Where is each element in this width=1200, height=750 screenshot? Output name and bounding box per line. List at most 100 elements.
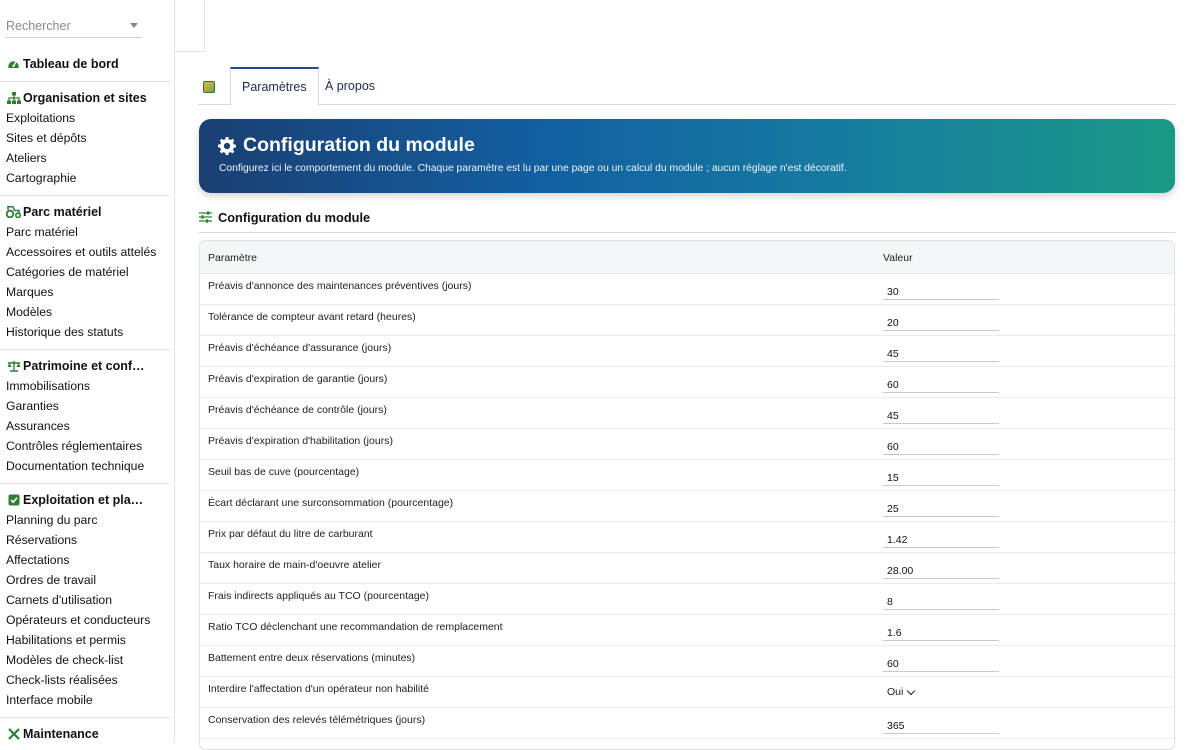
sidebar-item-assurances[interactable]: Assurances bbox=[0, 416, 170, 436]
setting-label: Battement entre deux réservations (minut… bbox=[208, 652, 416, 664]
table-row: Écart déclarant une surconsommation (pou… bbox=[200, 491, 1174, 522]
tractor-icon bbox=[6, 205, 21, 219]
sidebar-section-parc[interactable]: Parc matériel bbox=[0, 202, 174, 222]
setting-label: Frais indirects appliqués au TCO (pource… bbox=[208, 590, 429, 602]
table-row: Préavis d'expiration de garantie (jours) bbox=[200, 367, 1174, 398]
table-row: Préavis d'échéance d'assurance (jours) bbox=[200, 336, 1174, 367]
setting-label: Ratio TCO déclenchant une recommandation… bbox=[208, 621, 503, 633]
sidebar-item-carnets[interactable]: Carnets d'utilisation bbox=[0, 590, 170, 610]
setting-label: Seuil bas de cuve (pourcentage) bbox=[208, 466, 360, 478]
sidebar-item-checklists[interactable]: Check-lists réalisées bbox=[0, 670, 170, 690]
section-title: Configuration du module bbox=[218, 210, 371, 225]
sidebar-section-maintenance[interactable]: Maintenance bbox=[0, 724, 174, 743]
setting-label: Taux horaire de main-d'oeuvre atelier bbox=[208, 559, 382, 571]
sidebar-section-label: Organisation et sites bbox=[23, 91, 147, 105]
sidebar-item-sites[interactable]: Sites et dépôts bbox=[0, 128, 170, 148]
table-row: Conservation des relevés télémétriques (… bbox=[200, 708, 1174, 739]
setting-input[interactable] bbox=[883, 714, 999, 734]
table-row: Ratio TCO déclenchant une recommandation… bbox=[200, 615, 1174, 646]
search-placeholder: Rechercher bbox=[6, 18, 71, 33]
sidebar-item-immobilisations[interactable]: Immobilisations bbox=[0, 376, 170, 396]
tab-a-propos[interactable]: À propos bbox=[314, 67, 386, 105]
sidebar-item-parc-materiel[interactable]: Parc matériel bbox=[0, 222, 170, 242]
setting-input[interactable] bbox=[883, 466, 999, 486]
section-heading: Configuration du module bbox=[199, 206, 1175, 233]
setting-select[interactable]: Oui bbox=[883, 683, 923, 701]
column-header-param: Paramètre bbox=[208, 252, 258, 264]
table-row: Battement entre deux réservations (minut… bbox=[200, 646, 1174, 677]
setting-input[interactable] bbox=[883, 528, 999, 548]
setting-label: Conservation des relevés télémétriques (… bbox=[208, 714, 426, 726]
wrench-icon bbox=[6, 727, 21, 741]
column-header-value: Valeur bbox=[883, 252, 913, 264]
table-row: Tolérance de compteur avant retard (heur… bbox=[200, 305, 1174, 336]
tab-parametres[interactable]: Paramètres bbox=[230, 67, 319, 106]
sidebar-section-label: Maintenance bbox=[23, 727, 99, 741]
sidebar-item-modeles[interactable]: Modèles bbox=[0, 302, 170, 322]
setting-label: Écart déclarant une surconsommation (pou… bbox=[208, 497, 454, 509]
sidebar-item-modeles-checklist[interactable]: Modèles de check-list bbox=[0, 650, 170, 670]
sidebar-item-cartographie[interactable]: Cartographie bbox=[0, 168, 170, 188]
module-banner: Configuration du module Configurez ici l… bbox=[199, 119, 1175, 193]
setting-input[interactable] bbox=[883, 342, 999, 362]
sidebar-item-ordres[interactable]: Ordres de travail bbox=[0, 570, 170, 590]
sidebar: Rechercher Tableau de bord Organisation … bbox=[0, 0, 175, 743]
sidebar-section-exploitation[interactable]: Exploitation et planification bbox=[0, 490, 174, 510]
sidebar-item-operateurs[interactable]: Opérateurs et conducteurs bbox=[0, 610, 170, 630]
setting-input[interactable] bbox=[883, 373, 999, 393]
gauge-icon bbox=[6, 57, 21, 71]
setting-input[interactable] bbox=[883, 590, 999, 610]
setting-input[interactable] bbox=[883, 311, 999, 331]
setting-label: Prix par défaut du litre de carburant bbox=[208, 528, 373, 540]
setting-label: Préavis d'échéance de contrôle (jours) bbox=[208, 404, 387, 416]
setting-label: Interdire l'affectation d'un opérateur n… bbox=[208, 683, 429, 695]
sidebar-item-garanties[interactable]: Garanties bbox=[0, 396, 170, 416]
sidebar-item-ateliers[interactable]: Ateliers bbox=[0, 148, 170, 168]
sidebar-section-organisation[interactable]: Organisation et sites bbox=[0, 88, 174, 108]
setting-label: Tolérance de compteur avant retard (heur… bbox=[208, 311, 416, 323]
setting-label: Préavis d'échéance d'assurance (jours) bbox=[208, 342, 392, 354]
sidebar-item-documentation[interactable]: Documentation technique bbox=[0, 456, 170, 476]
sliders-icon bbox=[199, 211, 212, 223]
select-value: Oui bbox=[887, 686, 904, 698]
sidebar-item-mobile[interactable]: Interface mobile bbox=[0, 690, 170, 710]
setting-input[interactable] bbox=[883, 652, 999, 672]
table-row: Seuil bas de cuve (pourcentage) bbox=[200, 460, 1174, 491]
sidebar-item-controles[interactable]: Contrôles réglementaires bbox=[0, 436, 170, 456]
table-row: Interdire l'affectation d'un opérateur n… bbox=[200, 677, 1174, 708]
sidebar-item-marques[interactable]: Marques bbox=[0, 282, 170, 302]
sidebar-item-planning[interactable]: Planning du parc bbox=[0, 510, 170, 530]
gear-icon bbox=[218, 137, 236, 155]
setting-input[interactable] bbox=[883, 435, 999, 455]
sidebar-item-accessoires[interactable]: Accessoires et outils attelés bbox=[0, 242, 170, 262]
sidebar-section-label: Parc matériel bbox=[23, 205, 102, 219]
scale-icon bbox=[6, 359, 21, 373]
sidebar-item-historique[interactable]: Historique des statuts bbox=[0, 322, 170, 342]
checkbox-icon bbox=[6, 493, 21, 507]
setting-input[interactable] bbox=[883, 404, 999, 424]
top-corner-box bbox=[175, 0, 205, 52]
search-select[interactable]: Rechercher bbox=[6, 14, 142, 38]
sidebar-section-patrimoine[interactable]: Patrimoine et conformité bbox=[0, 356, 174, 376]
setting-input[interactable] bbox=[883, 497, 999, 517]
setting-input[interactable] bbox=[883, 280, 999, 300]
tab-bar: Paramètres À propos bbox=[198, 67, 1175, 106]
setting-label: Préavis d'expiration d'habilitation (jou… bbox=[208, 435, 393, 447]
setting-input[interactable] bbox=[883, 559, 999, 579]
setting-label: Préavis d'expiration de garantie (jours) bbox=[208, 373, 388, 385]
table-row: Prix par défaut du litre de carburant bbox=[200, 522, 1174, 553]
sidebar-item-categories[interactable]: Catégories de matériel bbox=[0, 262, 170, 282]
table-row: Frais indirects appliqués au TCO (pource… bbox=[200, 584, 1174, 615]
sidebar-section-label: Exploitation et planification bbox=[23, 493, 148, 507]
table-row: Préavis d'expiration d'habilitation (jou… bbox=[200, 429, 1174, 460]
sidebar-item-affectations[interactable]: Affectations bbox=[0, 550, 170, 570]
sidebar-item-dashboard[interactable]: Tableau de bord bbox=[0, 54, 174, 74]
sidebar-item-exploitations[interactable]: Exploitations bbox=[0, 108, 170, 128]
table-row: Taux horaire de main-d'oeuvre atelier bbox=[200, 553, 1174, 584]
module-icon bbox=[203, 81, 215, 93]
chevron-down-icon[interactable] bbox=[130, 23, 138, 28]
sidebar-item-habilitations[interactable]: Habilitations et permis bbox=[0, 630, 170, 650]
sidebar-item-reservations[interactable]: Réservations bbox=[0, 530, 170, 550]
setting-input[interactable] bbox=[883, 621, 999, 641]
banner-subtitle: Configurez ici le comportement du module… bbox=[219, 163, 847, 174]
